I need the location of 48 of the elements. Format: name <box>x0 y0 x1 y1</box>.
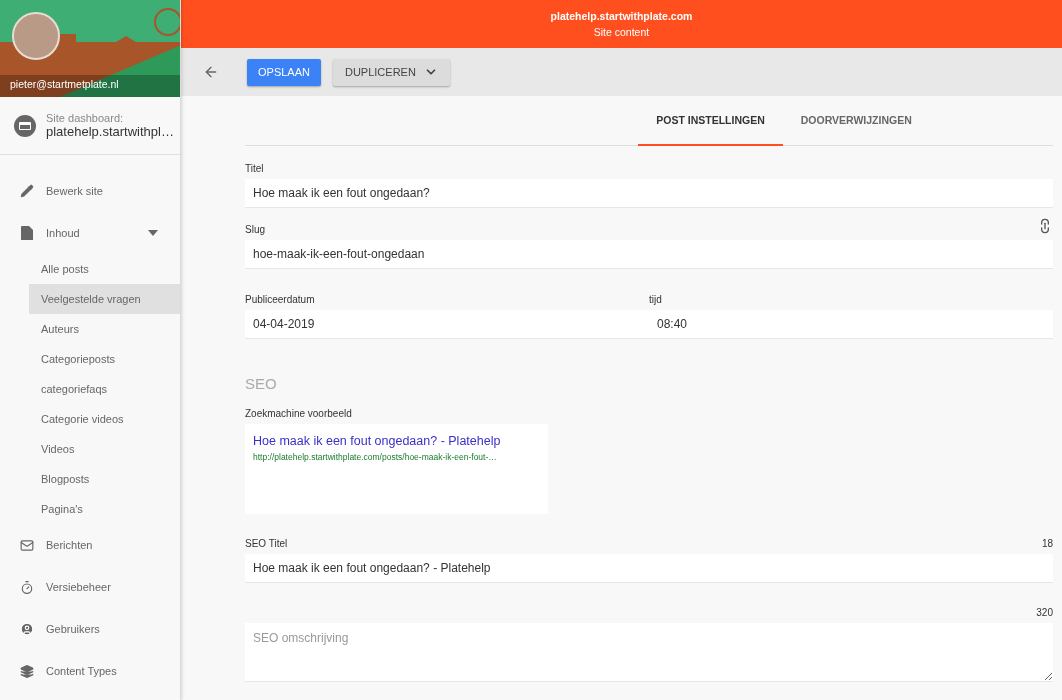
preview-url: http://platehelp.startwithplate.com/posts/hoe-maak-ik-een-fout-… <box>253 452 498 462</box>
section-heading: SEO <box>245 375 278 392</box>
dashboard-site[interactable]: platehelp.startwithpl… <box>46 124 174 139</box>
user-icon <box>20 621 34 637</box>
input-field[interactable]: Hoe maak ik een fout ongedaan? - Platehelp <box>245 554 1053 583</box>
nav-subitem[interactable]: Categorieposts <box>29 344 180 374</box>
textarea-field[interactable]: SEO omschrijving <box>245 623 1053 682</box>
nav-subitem[interactable]: Blogposts <box>29 464 180 494</box>
input-field[interactable]: Hoe maak ik een fout ongedaan? <box>245 179 1053 208</box>
nav-item[interactable]: Bewerk site <box>0 170 180 212</box>
field-label: SEO Titel <box>245 538 288 549</box>
field-label: Slug <box>245 224 265 235</box>
tab[interactable]: DOORVERWIJZINGEN <box>782 96 930 146</box>
character-count: 18 <box>1041 538 1053 549</box>
input-field[interactable]: hoe-maak-ik-een-fout-ongedaan <box>245 240 1053 269</box>
site-name: platehelp.startwithplate.com <box>550 10 693 22</box>
nav-subitem[interactable]: Videos <box>29 434 180 464</box>
document-icon <box>21 226 33 240</box>
timer-icon <box>20 579 34 595</box>
back-button[interactable] <box>203 64 219 80</box>
input-field[interactable]: 04-04-2019 08:40 <box>245 310 1053 339</box>
mail-icon <box>20 537 34 553</box>
field-label: Titel <box>245 163 264 174</box>
nav-subitem[interactable]: Alle posts <box>29 254 180 284</box>
duplicate-button[interactable]: DUPLICEREN <box>332 58 450 86</box>
preview-title: Hoe maak ik een fout ongedaan? - Platehelp <box>253 434 502 448</box>
nav-item[interactable]: Berichten <box>0 524 180 566</box>
field-label: Zoekmachine voorbeeld <box>245 408 352 419</box>
pencil-icon <box>20 184 34 198</box>
user-email: pieter@startmetplate.nl <box>10 78 119 90</box>
nav-subitem[interactable]: Auteurs <box>29 314 180 344</box>
nav-item[interactable]: Inhoud <box>0 212 180 254</box>
dashboard-label: Site dashboard: <box>46 112 125 124</box>
save-button[interactable]: OPSLAAN <box>247 58 321 86</box>
site-subtitle: Site content <box>593 26 650 38</box>
tab[interactable]: POST INSTELLINGEN <box>638 96 783 146</box>
dashboard-icon <box>14 114 36 137</box>
field-label: Publiceerdatum <box>245 294 315 305</box>
nav-item[interactable]: Versiebeheer <box>0 566 180 608</box>
nav-subitem[interactable]: categoriefaqs <box>29 374 180 404</box>
nav-item[interactable]: Content Types <box>0 650 180 692</box>
nav-item[interactable]: Gebruikers <box>0 608 180 650</box>
field-label: tijd <box>649 294 662 305</box>
nav-subitem[interactable]: Pagina's <box>29 494 180 524</box>
nav-subitem[interactable]: Categorie videos <box>29 404 180 434</box>
character-count: 320 <box>1036 607 1053 618</box>
nav-subitem[interactable]: Veelgestelde vragen <box>29 284 180 314</box>
layers-icon <box>20 663 34 679</box>
